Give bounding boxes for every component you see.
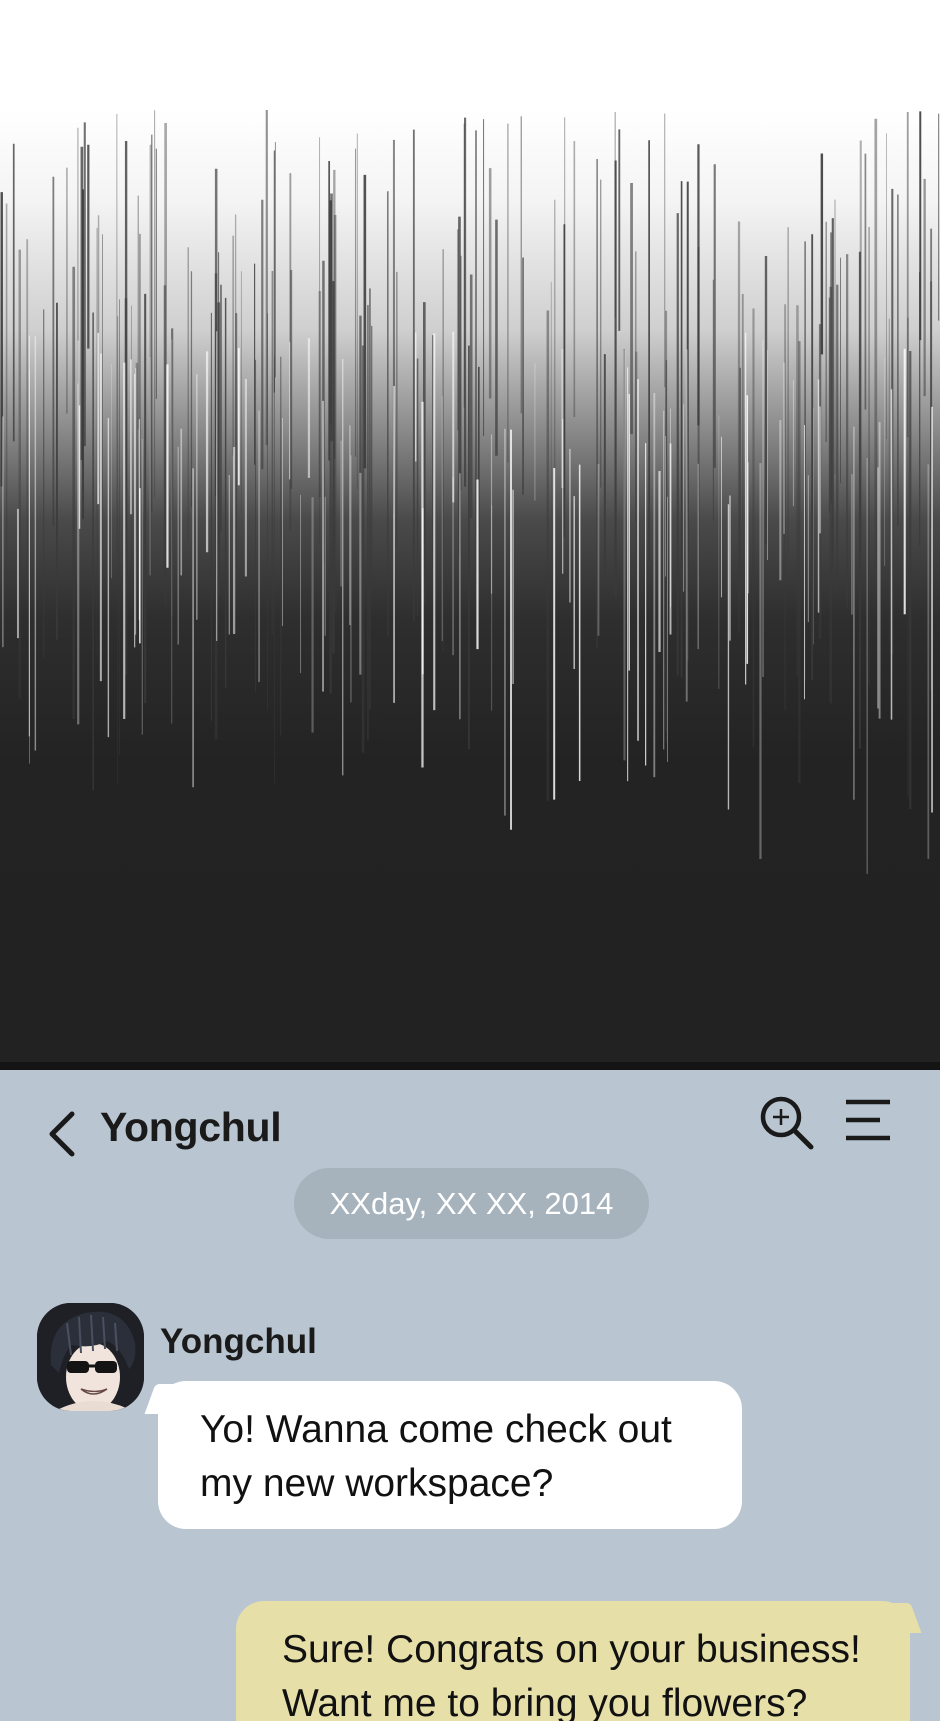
avatar[interactable] bbox=[37, 1303, 144, 1411]
search-button[interactable] bbox=[758, 1094, 816, 1152]
menu-button[interactable] bbox=[842, 1096, 894, 1146]
message-text-line: Yo! Wanna come check out bbox=[200, 1408, 672, 1451]
avatar-portrait bbox=[37, 1303, 144, 1411]
date-separator: XXday, XX XX, 2014 bbox=[294, 1168, 649, 1239]
chat-title: Yongchul bbox=[100, 1104, 282, 1150]
speed-lines-art-panel bbox=[0, 0, 940, 1062]
message-text-line: Sure! Congrats on your business! bbox=[282, 1628, 861, 1671]
message-text-line: my new workspace? bbox=[200, 1462, 554, 1505]
speed-lines-art bbox=[0, 110, 940, 874]
message-text-line: Want me to bring you flowers? bbox=[282, 1682, 808, 1721]
incoming-message-bubble[interactable]: Yo! Wanna come check out my new workspac… bbox=[158, 1381, 742, 1529]
zoom-in-search-icon bbox=[760, 1096, 814, 1150]
back-button[interactable] bbox=[42, 1108, 82, 1160]
panel-divider bbox=[0, 1062, 940, 1070]
hamburger-menu-icon bbox=[846, 1099, 890, 1141]
sender-name: Yongchul bbox=[160, 1322, 317, 1361]
chat-screen: Yongchul XXday, XX XX, 2014 Yongchul Yo!… bbox=[0, 1070, 940, 1721]
outgoing-message-bubble[interactable]: Sure! Congrats on your business! Want me… bbox=[236, 1601, 910, 1721]
chevron-left-icon bbox=[49, 1111, 75, 1157]
